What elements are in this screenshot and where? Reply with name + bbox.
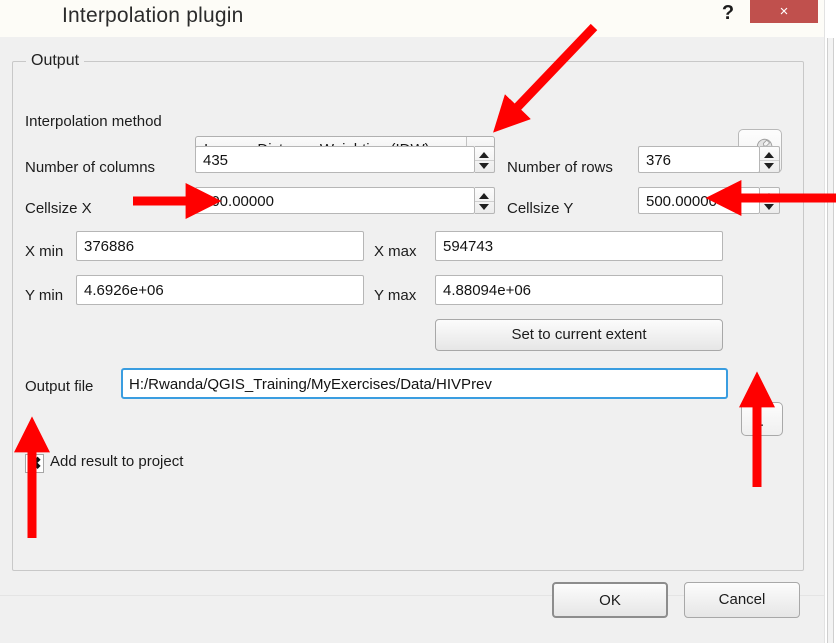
number-of-columns-input[interactable]: 435 xyxy=(195,146,475,173)
output-group-label: Output xyxy=(26,52,85,70)
dialog-body: Output Interpolation method Inverse Dist… xyxy=(0,37,824,643)
stepper-divider xyxy=(760,160,779,161)
stepper-down-icon[interactable] xyxy=(479,204,489,210)
cellsize-y-stepper[interactable] xyxy=(760,187,780,214)
y-min-label: Y min xyxy=(25,287,64,304)
checkmark-icon: ✖ xyxy=(27,454,42,473)
close-icon[interactable]: × xyxy=(750,0,818,23)
y-min-input[interactable]: 4.6926e+06 xyxy=(76,275,364,305)
interpolation-method-label: Interpolation method xyxy=(25,113,162,130)
stepper-divider xyxy=(475,201,494,202)
ok-button[interactable]: OK xyxy=(552,582,668,618)
x-min-input[interactable]: 376886 xyxy=(76,231,364,261)
cellsize-x-label: Cellsize X xyxy=(25,200,92,217)
number-of-rows-input[interactable]: 376 xyxy=(638,146,760,173)
stepper-down-icon[interactable] xyxy=(764,204,774,210)
stepper-down-icon[interactable] xyxy=(479,163,489,169)
window-edge-inner xyxy=(827,38,834,643)
output-file-input[interactable]: H:/Rwanda/QGIS_Training/MyExercises/Data… xyxy=(121,368,728,399)
window-right-edge xyxy=(824,0,836,643)
stepper-down-icon[interactable] xyxy=(764,163,774,169)
stepper-divider xyxy=(760,201,779,202)
ellipsis-icon: .. xyxy=(755,413,766,430)
cellsize-x-input[interactable]: 500.00000 xyxy=(195,187,475,214)
x-max-label: X max xyxy=(374,243,417,260)
page-title: Interpolation plugin xyxy=(62,4,244,27)
stepper-up-icon[interactable] xyxy=(764,152,774,158)
cellsize-x-stepper[interactable] xyxy=(475,187,495,214)
output-file-label: Output file xyxy=(25,378,94,395)
x-max-input[interactable]: 594743 xyxy=(435,231,723,261)
number-of-columns-label: Number of columns xyxy=(25,159,156,176)
number-of-rows-label: Number of rows xyxy=(507,159,613,176)
number-of-rows-stepper[interactable] xyxy=(760,146,780,173)
interpolation-plugin-dialog: Interpolation plugin ? × Output Interpol… xyxy=(0,0,836,643)
number-of-columns-stepper[interactable] xyxy=(475,146,495,173)
stepper-up-icon[interactable] xyxy=(479,193,489,199)
stepper-up-icon[interactable] xyxy=(764,193,774,199)
y-max-input[interactable]: 4.88094e+06 xyxy=(435,275,723,305)
browse-file-button[interactable]: .. xyxy=(741,402,783,436)
help-icon[interactable]: ? xyxy=(715,0,741,26)
add-result-to-project-label: Add result to project xyxy=(50,453,184,470)
title-bar: Interpolation plugin ? × xyxy=(0,0,824,38)
x-min-label: X min xyxy=(25,243,64,260)
stepper-divider xyxy=(475,160,494,161)
stepper-up-icon[interactable] xyxy=(479,152,489,158)
cancel-button[interactable]: Cancel xyxy=(684,582,800,618)
cellsize-y-label: Cellsize Y xyxy=(507,200,574,217)
y-max-label: Y max xyxy=(374,287,417,304)
cellsize-y-input[interactable]: 500.00000 xyxy=(638,187,760,214)
set-to-current-extent-button[interactable]: Set to current extent xyxy=(435,319,723,351)
add-result-to-project-checkbox[interactable]: ✖ xyxy=(25,454,44,473)
